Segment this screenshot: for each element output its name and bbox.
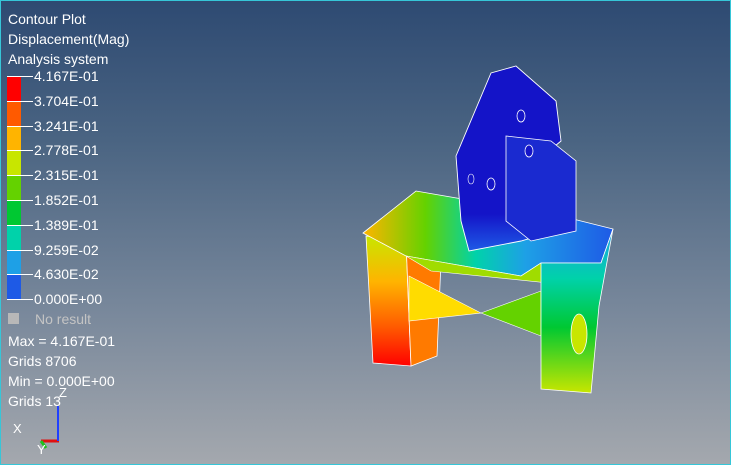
min-grids: Grids 13 <box>8 393 61 409</box>
legend-color-band <box>7 249 21 275</box>
legend-color-band <box>7 175 21 200</box>
legend-tick <box>7 175 33 177</box>
result-type-label: Displacement(Mag) <box>8 31 130 47</box>
legend-color-band <box>7 200 21 225</box>
system-label: Analysis system <box>8 51 109 67</box>
legend-color-band <box>7 274 21 300</box>
legend-color-band <box>7 76 21 101</box>
legend-level-label: 4.167E-01 <box>34 68 99 84</box>
legend-tick <box>7 249 33 251</box>
legend-color-band <box>7 125 21 151</box>
legend-tick <box>7 150 33 152</box>
no-result-swatch <box>8 313 19 324</box>
legend-tick <box>7 299 33 301</box>
legend-tick <box>7 125 33 127</box>
legend-level-label: 0.000E+00 <box>34 291 103 308</box>
legend-level-label: 2.315E-01 <box>34 167 99 184</box>
max-value: Max = 4.167E-01 <box>8 333 116 349</box>
max-grids: Grids 8706 <box>8 353 77 369</box>
no-result-label: No result <box>35 311 92 327</box>
legend-tick <box>7 76 33 77</box>
plot-type-label: Contour Plot <box>8 11 86 27</box>
graphics-viewport[interactable]: Contour Plot Displacement(Mag) Analysis … <box>0 0 731 465</box>
legend-tick <box>7 200 33 201</box>
legend-color-band <box>7 224 21 250</box>
legend-tick <box>7 274 33 276</box>
legend-tick <box>7 224 33 226</box>
legend-level-label: 3.704E-01 <box>34 92 99 109</box>
legend-level-label: 9.259E-02 <box>34 241 99 258</box>
model-bracket <box>455 65 577 252</box>
legend-tick <box>7 100 33 102</box>
legend-level-label: 2.778E-01 <box>34 142 99 159</box>
legend-level-label: 1.389E-01 <box>34 216 99 233</box>
legend-color-band <box>7 100 21 126</box>
min-value: Min = 0.000E+00 <box>8 373 115 389</box>
legend-level-label: 1.852E-01 <box>34 192 99 208</box>
legend-color-band <box>7 150 21 176</box>
legend-level-label: 4.630E-02 <box>34 266 99 283</box>
contour-legend[interactable]: 4.167E-01 3.704E-01 3.241E-01 2.778E-01 2.31… <box>7 68 167 307</box>
legend-level-label: 3.241E-01 <box>34 117 99 134</box>
